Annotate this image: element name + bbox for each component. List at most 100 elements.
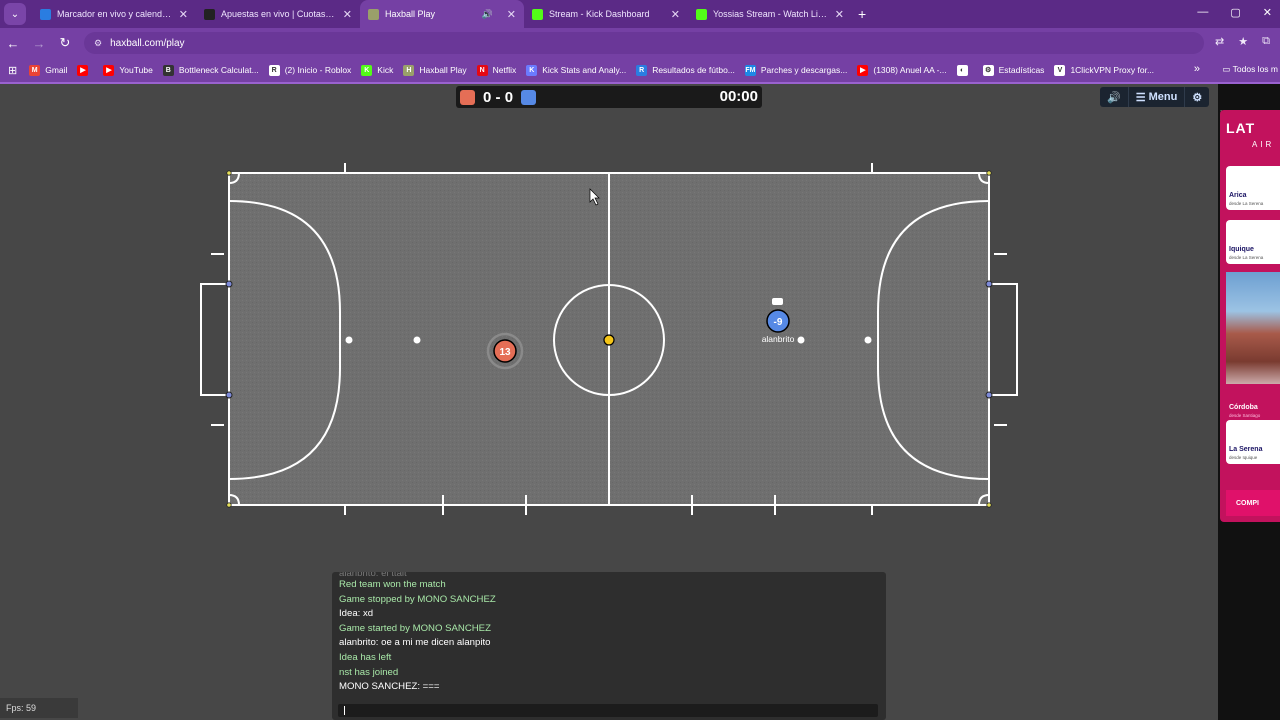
text-caret <box>344 706 345 715</box>
ad-destination-card[interactable]: Iquique desde La Serena <box>1226 220 1280 264</box>
chat-message: MONO SANCHEZ: === <box>339 681 440 693</box>
all-bookmarks-label: Todos los m <box>1232 64 1278 74</box>
haxball-favicon-icon <box>368 8 379 20</box>
bookmark-favicon-icon: N <box>476 64 488 76</box>
bookmark-item[interactable]: ◐ <box>956 64 973 76</box>
tab-title: Marcador en vivo y calendario <box>57 9 173 19</box>
extensions-icon[interactable]: ⧉ <box>1262 35 1270 48</box>
back-icon[interactable]: ← <box>0 36 26 51</box>
bookmark-item[interactable]: K Kick <box>361 64 393 76</box>
all-bookmarks-folder[interactable]: ▭ Todos los m <box>1222 64 1278 75</box>
bookmark-star-icon[interactable]: ★ <box>1238 35 1248 48</box>
window-controls: — ▢ ✕ <box>1197 6 1272 19</box>
bookmark-item[interactable]: ▶ <box>77 64 93 76</box>
translate-icon[interactable]: ⇄ <box>1215 35 1224 48</box>
bookmark-item[interactable]: ▶ YouTube <box>103 64 153 76</box>
close-tab-icon[interactable]: ✕ <box>179 8 188 21</box>
forward-icon[interactable]: → <box>26 36 52 51</box>
bookmark-label: Netflix <box>492 65 517 75</box>
menu-button[interactable]: ☰ Menu <box>1127 87 1185 107</box>
chat-message: Game started by MONO SANCHEZ <box>339 622 491 634</box>
bookmark-favicon-icon: M <box>29 64 41 76</box>
bookmark-favicon-icon: ▶ <box>857 64 869 76</box>
goal-post <box>225 391 233 399</box>
ad-banner[interactable]: LAT AIR Arica desde La Serena Iquique desde… <box>1220 110 1280 522</box>
close-tab-icon[interactable]: ✕ <box>343 8 352 21</box>
kick-favicon-icon <box>696 8 707 20</box>
corner-post <box>986 502 992 508</box>
menu-label: Menu <box>1148 91 1178 103</box>
site-info-icon[interactable]: ⚙ <box>94 38 102 49</box>
bookmark-item[interactable]: R Resultados de fútbo... <box>636 64 735 76</box>
tab-3[interactable]: Haxball Play 🔊 ✕ <box>360 0 524 28</box>
bookmark-favicon-icon: ◐ <box>956 64 968 76</box>
chat-log: alanbrito: el ttalt Red team won the matc… <box>332 572 886 696</box>
tab-5[interactable]: Yossias Stream - Watch Live on ✕ <box>688 0 852 28</box>
bookmark-item[interactable]: V 1ClickVPN Proxy for... <box>1054 64 1155 76</box>
chat-message: Red team won the match <box>339 579 446 590</box>
close-tab-icon[interactable]: ✕ <box>835 8 844 21</box>
close-tab-icon[interactable]: ✕ <box>507 8 516 21</box>
bookmark-item[interactable]: H Haxball Play <box>403 64 467 76</box>
ad-cta-button[interactable]: COMPI <box>1226 490 1280 516</box>
bookmark-favicon-icon: ▶ <box>77 64 89 76</box>
scoreboard: 0 - 0 00:00 <box>456 86 762 108</box>
tab-title: Apuestas en vivo | Cuotas en vi <box>221 9 337 19</box>
bookmark-item[interactable]: R (2) Inicio - Roblox <box>268 64 352 76</box>
reload-icon[interactable]: ↻ <box>52 35 78 51</box>
tab-audio-icon[interactable]: 🔊 <box>482 9 493 20</box>
more-bookmarks-icon[interactable]: » <box>1194 63 1200 75</box>
ad-logo-sub: AIR <box>1252 140 1275 149</box>
bookmark-item[interactable]: N Netflix <box>476 64 517 76</box>
dazn-favicon-icon <box>40 8 51 20</box>
tab-strip: ⌄ Marcador en vivo y calendario ✕ Apuestas… <box>0 0 1280 28</box>
ad-city-name: Arica <box>1229 192 1247 199</box>
bookmark-favicon-icon: K <box>526 64 538 76</box>
ball <box>603 334 615 346</box>
ad-city-image <box>1226 272 1280 384</box>
goal-post <box>985 391 993 399</box>
bookmark-label: YouTube <box>119 65 153 75</box>
ad-destination-card[interactable]: La Serena desde Iquique <box>1226 420 1280 464</box>
tab-1[interactable]: Marcador en vivo y calendario ✕ <box>32 0 196 28</box>
chat-message: Game stopped by MONO SANCHEZ <box>339 593 496 605</box>
ad-city-name: Córdoba <box>1229 404 1258 411</box>
goal-post <box>985 280 993 288</box>
address-bar[interactable]: ⚙ haxball.com/play <box>84 32 1204 54</box>
bookmark-favicon-icon: ▶ <box>103 64 115 76</box>
maximize-icon[interactable]: ▢ <box>1230 6 1240 19</box>
minimize-icon[interactable]: — <box>1197 6 1208 19</box>
bookmark-item[interactable]: M Gmail <box>29 64 67 76</box>
bookmark-label: 1ClickVPN Proxy for... <box>1070 65 1155 75</box>
red-player-number: 13 <box>499 347 511 358</box>
penalty-spot <box>413 336 421 344</box>
betting-favicon-icon <box>204 8 215 20</box>
apps-grid-icon[interactable]: ⊞ <box>8 64 17 77</box>
tab-search-button[interactable]: ⌄ <box>4 3 26 25</box>
bookmark-item[interactable]: ▶ (1308) Anuel AA -... <box>857 64 947 76</box>
ad-logo: LAT <box>1226 120 1256 136</box>
game-canvas[interactable]: 0 - 0 00:00 🔊 ☰ Menu ⚙ 13 -9 alanbrito a… <box>0 84 1218 720</box>
bookmark-item[interactable]: FM Parches y descargas... <box>744 64 847 76</box>
bookmark-label: (2) Inicio - Roblox <box>284 65 352 75</box>
blue-score: 0 <box>504 88 514 106</box>
bookmark-list: M Gmail ▶ ▶ YouTube B Bottleneck Calculat... R (… <box>29 64 1164 76</box>
settings-gear-icon[interactable]: ⚙ <box>1184 87 1209 107</box>
new-tab-button[interactable]: + <box>858 6 866 22</box>
bookmark-favicon-icon: ⚙ <box>982 64 994 76</box>
bookmark-favicon-icon: FM <box>744 64 756 76</box>
chat-input[interactable] <box>338 704 878 717</box>
ad-destination-card[interactable]: Arica desde La Serena <box>1226 166 1280 210</box>
bookmark-item[interactable]: K Kick Stats and Analy... <box>526 64 626 76</box>
tab-4[interactable]: Stream - Kick Dashboard ✕ <box>524 0 688 28</box>
close-window-icon[interactable]: ✕ <box>1263 6 1272 19</box>
bookmark-item[interactable]: B Bottleneck Calculat... <box>162 64 259 76</box>
ad-destination-card[interactable]: Córdoba desde Santiago <box>1226 386 1280 418</box>
side-ad[interactable]: ≡ LAT AIR Aricadesde La SerenaIquiquedes… <box>1218 84 1280 720</box>
sound-icon[interactable]: 🔊 <box>1100 87 1128 107</box>
futsal-field: 13 -9 alanbrito <box>200 163 1018 515</box>
close-tab-icon[interactable]: ✕ <box>671 8 680 21</box>
tab-2[interactable]: Apuestas en vivo | Cuotas en vi ✕ <box>196 0 360 28</box>
right-goal <box>988 283 1018 396</box>
bookmark-item[interactable]: ⚙ Estadísticas <box>982 64 1044 76</box>
